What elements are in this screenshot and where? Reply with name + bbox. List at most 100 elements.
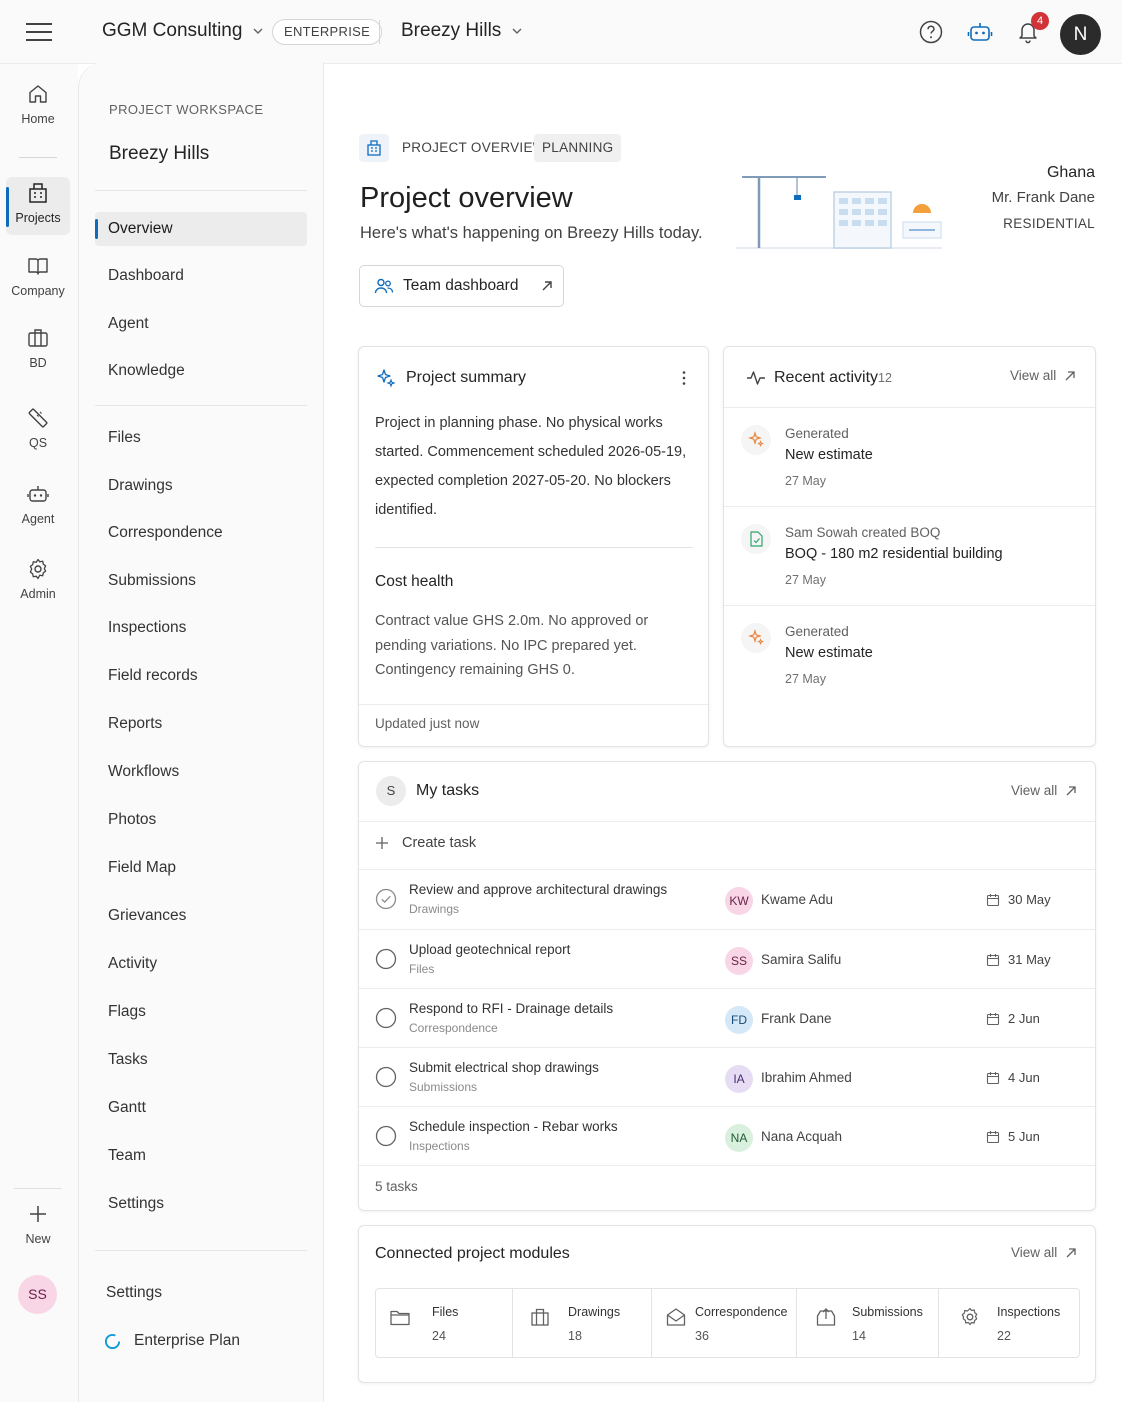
divider — [359, 704, 708, 705]
agent-bot-icon[interactable] — [967, 19, 993, 45]
rail-label: Projects — [15, 211, 61, 225]
team-dashboard-button[interactable]: Team dashboard — [359, 265, 564, 307]
task-due-date: 31 May — [1008, 952, 1051, 967]
circle-icon[interactable] — [375, 1007, 397, 1029]
sidenav-item-reports[interactable]: Reports — [95, 707, 307, 741]
sidenav-item-field-records[interactable]: Field records — [95, 659, 307, 693]
sidenav-item-files[interactable]: Files — [95, 421, 307, 455]
tasks-count: 5 tasks — [375, 1179, 418, 1194]
circle-icon[interactable] — [375, 1066, 397, 1088]
sidenav-item-settings[interactable]: Settings — [95, 1187, 307, 1221]
rail-item-home[interactable]: Home — [6, 82, 70, 136]
sidenav-item-gantt[interactable]: Gantt — [95, 1091, 307, 1125]
sidenav-item-grievances[interactable]: Grievances — [95, 899, 307, 933]
activity-item[interactable]: Sam Sowah created BOQ BOQ - 180 m2 resid… — [724, 506, 1095, 605]
sidenav-item-field-map[interactable]: Field Map — [95, 851, 307, 885]
task-row[interactable]: Schedule inspection - Rebar works Inspect… — [359, 1106, 1095, 1165]
task-category: Correspondence — [409, 1021, 498, 1035]
task-category: Inspections — [409, 1139, 470, 1153]
project-switcher[interactable]: Breezy Hills — [401, 20, 523, 42]
enterprise-plan-link[interactable]: Enterprise Plan — [134, 1332, 240, 1350]
user-avatar-ss[interactable]: SS — [18, 1275, 57, 1314]
rail-item-qs[interactable]: QS — [6, 406, 70, 460]
module-name: Inspections — [997, 1305, 1061, 1319]
task-assignee: Samira Salifu — [761, 952, 842, 967]
external-arrow-icon — [1066, 1247, 1076, 1257]
rail-item-bd[interactable]: BD — [6, 326, 70, 380]
activity-item[interactable]: Generated New estimate 27 May — [724, 605, 1095, 704]
sidenav-item-flags[interactable]: Flags — [95, 995, 307, 1029]
module-files[interactable]: Files 24 — [376, 1289, 513, 1357]
create-task-button[interactable]: Create task — [375, 832, 476, 854]
view-all-label: View all — [1011, 783, 1058, 798]
rail-item-agent[interactable]: Agent — [6, 482, 70, 536]
sidenav-item-correspondence[interactable]: Correspondence — [95, 516, 307, 550]
rail-label: Company — [11, 284, 65, 298]
rail-item-projects[interactable]: Projects — [6, 177, 70, 235]
assignee-avatar: SS — [725, 947, 753, 975]
rail-item-admin[interactable]: Admin — [6, 557, 70, 611]
activity-count: 12 — [878, 371, 892, 385]
updated-status: Updated just now — [375, 716, 480, 731]
menu-icon[interactable] — [26, 22, 52, 42]
phase-badge: PLANNING — [534, 134, 622, 162]
sidenav-divider — [95, 190, 307, 191]
divider — [379, 20, 380, 44]
sidenav-item-workflows[interactable]: Workflows — [95, 755, 307, 789]
sidenav-project-title: Breezy Hills — [109, 143, 210, 164]
project-summary-card: Project summary Project in planning phas… — [358, 346, 709, 747]
help-icon[interactable] — [918, 19, 944, 45]
sidenav-footer-settings[interactable]: Settings — [93, 1276, 305, 1310]
task-row[interactable]: Submit electrical shop drawings Submissio… — [359, 1047, 1095, 1106]
calendar-icon — [986, 954, 1000, 967]
people-icon — [374, 278, 394, 294]
modules-view-all-link[interactable]: View all — [1011, 1245, 1077, 1260]
card-title: Recent activity — [774, 369, 879, 386]
rail-item-new[interactable]: New — [6, 1202, 70, 1252]
rail-item-company[interactable]: Company — [6, 254, 70, 308]
org-switcher[interactable]: GGM Consulting — [102, 20, 264, 42]
card-title: Connected project modules — [375, 1245, 570, 1262]
module-drawings[interactable]: Drawings 18 — [513, 1289, 652, 1357]
task-row[interactable]: Respond to RFI - Drainage details Corresp… — [359, 988, 1095, 1047]
module-submissions[interactable]: Submissions 14 — [797, 1289, 939, 1357]
checkmark-circle-icon[interactable] — [375, 888, 397, 910]
more-vertical-icon[interactable] — [675, 369, 693, 387]
gear-icon — [961, 1307, 978, 1326]
tasks-view-all-link[interactable]: View all — [1011, 783, 1077, 798]
sidenav-item-activity[interactable]: Activity — [95, 947, 307, 981]
sidenav-divider — [95, 1250, 307, 1251]
home-icon — [29, 85, 47, 103]
sidenav-item-team[interactable]: Team — [95, 1139, 307, 1173]
briefcase-icon — [28, 329, 48, 347]
sidenav-item-agent[interactable]: Agent — [95, 307, 307, 341]
module-inspections[interactable]: Inspections 22 — [939, 1289, 1079, 1357]
sidenav-item-photos[interactable]: Photos — [95, 803, 307, 837]
rail-label: Admin — [20, 587, 56, 601]
activity-date: 27 May — [785, 672, 826, 686]
sidenav-item-inspections[interactable]: Inspections — [95, 611, 307, 645]
bot-icon — [27, 486, 49, 502]
sidenav-item-dashboard[interactable]: Dashboard — [95, 259, 307, 293]
sidenav-item-tasks[interactable]: Tasks — [95, 1043, 307, 1077]
sidenav-item-overview[interactable]: Overview — [95, 212, 307, 246]
sidenav-item-knowledge[interactable]: Knowledge — [95, 354, 307, 388]
sidenav-item-submissions[interactable]: Submissions — [95, 564, 307, 598]
view-all-label: View all — [1011, 1245, 1058, 1260]
external-arrow-icon — [1066, 785, 1076, 795]
sparkle-icon — [741, 623, 771, 653]
task-row[interactable]: Review and approve architectural drawing… — [359, 870, 1095, 929]
chevron-down-icon — [512, 28, 522, 34]
task-row[interactable]: Upload geotechnical report Files SS Samira … — [359, 929, 1095, 988]
task-title: Respond to RFI - Drainage details — [409, 1001, 614, 1016]
circle-icon[interactable] — [375, 948, 397, 970]
external-arrow-icon — [542, 281, 553, 291]
sidenav-item-drawings[interactable]: Drawings — [95, 469, 307, 503]
circle-icon[interactable] — [375, 1125, 397, 1147]
user-avatar[interactable]: N — [1060, 14, 1101, 55]
activity-item[interactable]: Generated New estimate 27 May — [724, 407, 1095, 506]
calendar-icon — [986, 1131, 1000, 1144]
sparkle-icon — [741, 425, 771, 455]
activity-view-all-link[interactable]: View all — [1010, 368, 1076, 383]
module-correspondence[interactable]: Correspondence 36 — [652, 1289, 797, 1357]
